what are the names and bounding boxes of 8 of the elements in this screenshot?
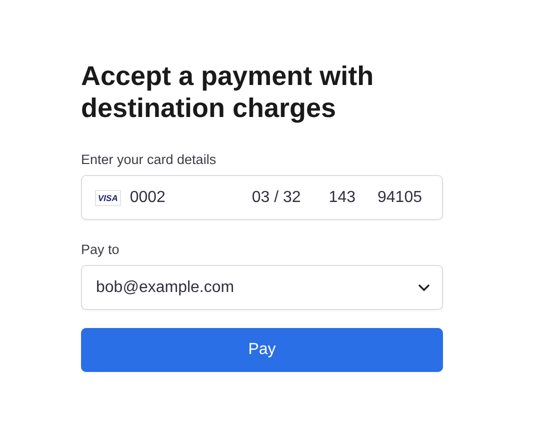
field-label: Enter your card details — [81, 152, 218, 167]
pay-button[interactable]: Pay — [81, 328, 443, 372]
page-title: Accept a payment with destination charges — [81, 60, 375, 124]
field-label: Pay to — [81, 242, 120, 257]
pay-to-dropdown[interactable]: bob@example.com — [81, 265, 443, 310]
card-brand-logo: VISA — [95, 190, 121, 206]
card-input-field[interactable]: VISA 0002 03 / 32 143 94105 — [81, 175, 443, 220]
chevron-down-icon — [418, 284, 430, 292]
